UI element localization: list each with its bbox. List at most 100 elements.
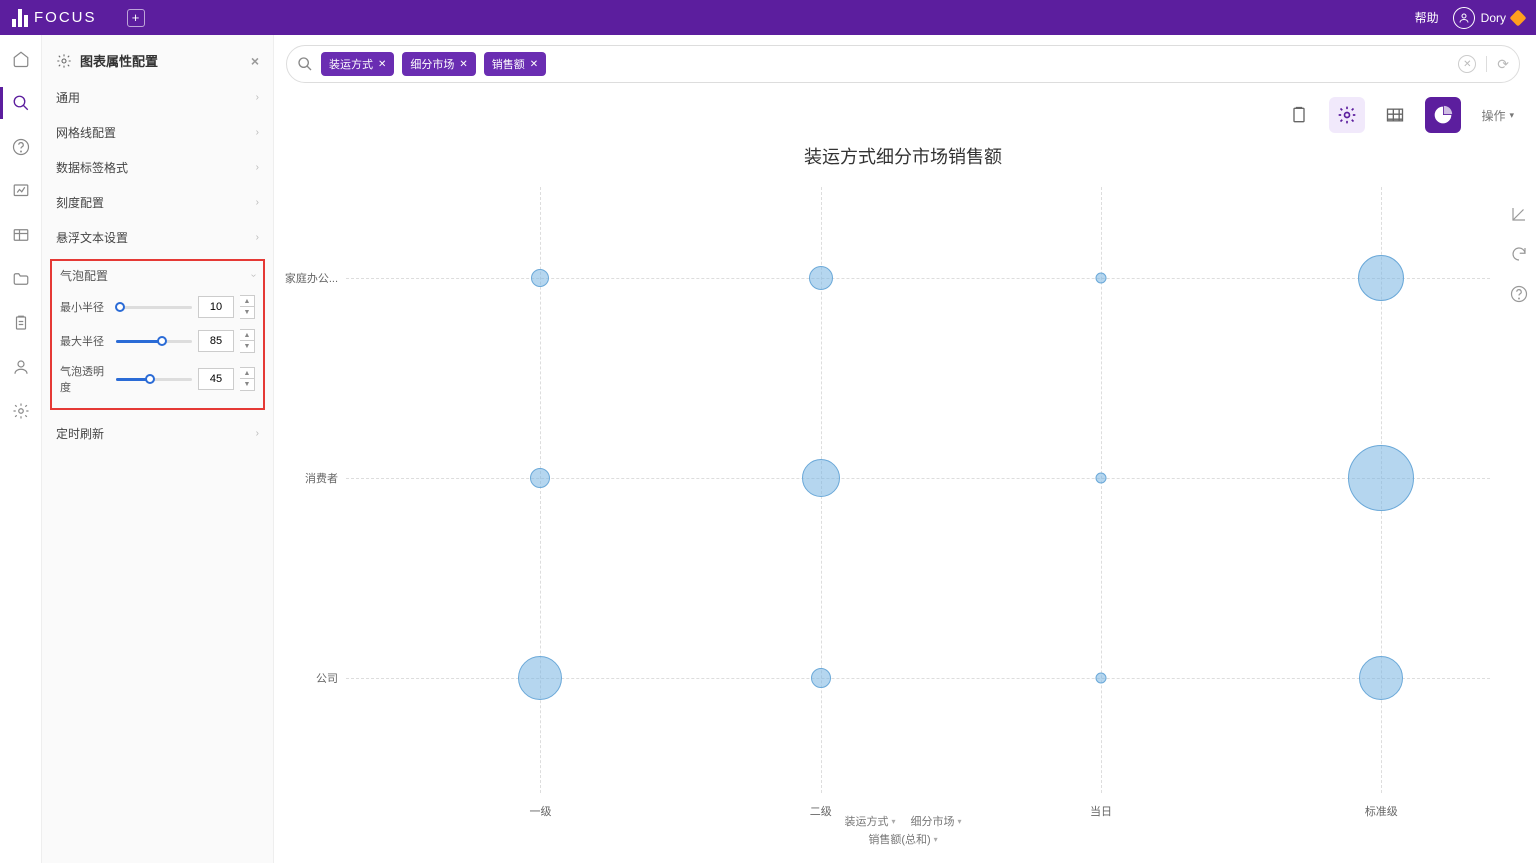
help-link[interactable]: 帮助 [1415,9,1439,26]
chart-side-tools [1510,205,1528,303]
bubble[interactable] [1096,472,1107,483]
tag-shipping[interactable]: 装运方式✕ [321,52,394,76]
close-icon[interactable]: ✕ [459,59,467,70]
min-radius-row: 最小半径 ▲▼ [52,290,263,324]
chevron-right-icon: › [256,162,259,173]
tag-segment[interactable]: 细分市场✕ [402,52,475,76]
nav-user-icon[interactable] [11,357,31,377]
legend-item[interactable]: 销售额(总和)▾ [868,831,937,847]
left-nav-rail [0,35,42,863]
logo-bars-icon [12,9,28,27]
refresh-tool-icon[interactable] [1510,245,1528,263]
nav-clipboard-icon[interactable] [11,313,31,333]
info-tool-icon[interactable] [1510,285,1528,303]
panel-title: 图表属性配置 [80,51,158,70]
bubble[interactable] [1096,272,1107,283]
refresh-icon[interactable]: ⟳ [1497,56,1509,73]
nav-chart-icon[interactable] [11,181,31,201]
chevron-down-icon: › [248,274,259,277]
app-name: FOCUS [34,9,97,26]
chevron-right-icon: › [256,127,259,138]
chart-toolbar: 操作▾ [286,83,1520,137]
bubble[interactable] [802,459,840,497]
bubble[interactable] [1348,445,1414,511]
clipboard-button[interactable] [1281,97,1317,133]
chart-legend: 装运方式▾ 细分市场▾ 销售额(总和)▾ [286,813,1520,847]
bubble-config-box: 气泡配置› 最小半径 ▲▼ 最大半径 ▲▼ 气泡透明度 ▲▼ [50,259,265,410]
chart-type-button[interactable] [1425,97,1461,133]
config-panel: 图表属性配置 × 通用› 网格线配置› 数据标签格式› 刻度配置› 悬浮文本设置… [42,35,274,863]
nav-help-icon[interactable] [11,137,31,157]
chart-title: 装运方式细分市场销售额 [286,137,1520,179]
max-radius-row: 最大半径 ▲▼ [52,324,263,358]
panel-close-button[interactable]: × [251,53,259,69]
opacity-slider[interactable] [116,378,192,381]
max-radius-label: 最大半径 [60,333,110,349]
min-radius-up[interactable]: ▲ [240,296,254,307]
min-radius-down[interactable]: ▼ [240,307,254,318]
nav-search-icon[interactable] [11,93,31,113]
top-bar: FOCUS + 帮助 Dory [0,0,1536,35]
bubble[interactable] [1096,672,1107,683]
nav-gear-icon[interactable] [11,401,31,421]
opacity-row: 气泡透明度 ▲▼ [52,358,263,400]
separator [1486,56,1487,72]
max-radius-down[interactable]: ▼ [240,341,254,352]
close-icon[interactable]: ✕ [530,59,538,70]
chevron-right-icon: › [256,428,259,439]
tag-sales[interactable]: 销售额✕ [484,52,546,76]
nav-home-icon[interactable] [11,49,31,69]
user-badge-icon [1510,9,1527,26]
clear-search-button[interactable]: ✕ [1458,55,1476,73]
content-area: 装运方式✕ 细分市场✕ 销售额✕ ✕ ⟳ 操作▾ 装运方式细分市场销售额 [274,35,1536,863]
max-radius-up[interactable]: ▲ [240,330,254,341]
axis-tool-icon[interactable] [1510,205,1528,223]
section-gridline[interactable]: 网格线配置› [42,115,273,150]
section-bubble[interactable]: 气泡配置› [52,261,263,290]
gear-icon [56,53,72,69]
legend-item[interactable]: 细分市场▾ [911,813,962,829]
y-label: 家庭办公... [285,270,338,286]
user-menu[interactable]: Dory [1453,7,1524,29]
opacity-label: 气泡透明度 [60,363,110,395]
nav-folder-icon[interactable] [11,269,31,289]
search-icon[interactable] [297,56,313,72]
min-radius-slider[interactable] [116,306,192,309]
nav-table-icon[interactable] [11,225,31,245]
user-avatar-icon [1453,7,1475,29]
section-datalabel[interactable]: 数据标签格式› [42,150,273,185]
bubble[interactable] [530,468,550,488]
settings-button[interactable] [1329,97,1365,133]
legend-item[interactable]: 装运方式▾ [844,813,895,829]
bubble[interactable] [518,656,562,700]
opacity-up[interactable]: ▲ [240,368,254,379]
bubble[interactable] [1358,255,1404,301]
opacity-down[interactable]: ▼ [240,379,254,390]
opacity-input[interactable] [198,368,234,390]
bubble[interactable] [809,266,833,290]
table-view-button[interactable] [1377,97,1413,133]
bubble[interactable] [1359,656,1403,700]
y-label: 消费者 [305,470,338,486]
chevron-right-icon: › [256,197,259,208]
max-radius-slider[interactable] [116,340,192,343]
chevron-down-icon: ▾ [934,835,938,844]
section-timer[interactable]: 定时刷新› [42,416,273,451]
search-bar: 装运方式✕ 细分市场✕ 销售额✕ ✕ ⟳ [286,45,1520,83]
section-scale[interactable]: 刻度配置› [42,185,273,220]
bubble[interactable] [531,269,549,287]
user-name: Dory [1481,11,1506,25]
chevron-down-icon: ▾ [958,817,962,826]
bubble[interactable] [811,668,831,688]
min-radius-input[interactable] [198,296,234,318]
section-tooltip[interactable]: 悬浮文本设置› [42,220,273,255]
chevron-down-icon: ▾ [1509,110,1514,121]
new-button[interactable]: + [127,9,145,27]
max-radius-input[interactable] [198,330,234,352]
chart-grid: 家庭办公... 消费者 公司 一级 二级 当日 标准级 [346,187,1490,793]
chevron-down-icon: ▾ [891,817,895,826]
operations-dropdown[interactable]: 操作▾ [1481,107,1514,124]
close-icon[interactable]: ✕ [378,59,386,70]
section-general[interactable]: 通用› [42,80,273,115]
app-logo: FOCUS [12,9,97,27]
